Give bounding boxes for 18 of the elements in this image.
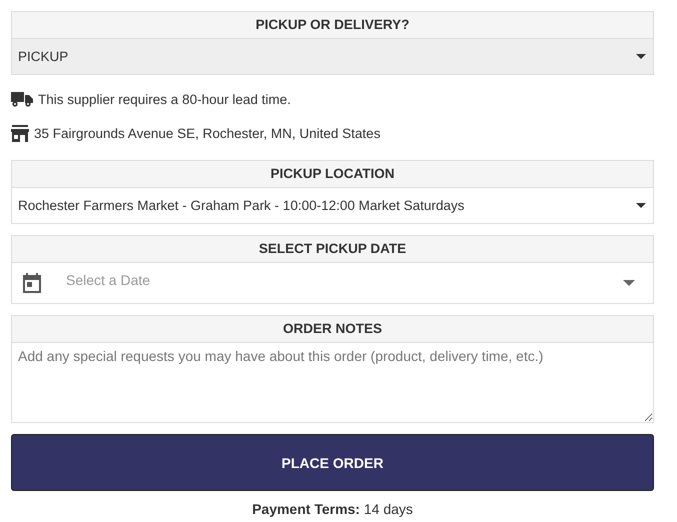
- caret-icon: [636, 54, 646, 59]
- store-icon: [11, 124, 29, 142]
- place-order-button[interactable]: PLACE ORDER: [11, 434, 654, 491]
- section-header: ORDER NOTES: [12, 316, 653, 343]
- info-text: This supplier requires a 80-hour lead time.: [38, 92, 291, 106]
- section-header: PICKUP LOCATION: [12, 161, 653, 188]
- notes-field[interactable]: ORDER NOTES Add any special requests you may have about this order (product, delivery time, etc.): [11, 315, 654, 423]
- caret-icon: [636, 203, 646, 208]
- date-input[interactable]: Select a Date: [66, 272, 623, 294]
- calendar-icon: [23, 273, 41, 293]
- truck-icon: [11, 91, 33, 107]
- caret-icon: [623, 280, 635, 286]
- section-header: SELECT PICKUP DATE: [12, 236, 653, 263]
- section-header: PICKUP OR DELIVERY?: [12, 12, 653, 39]
- date-field[interactable]: SELECT PICKUP DATE Select a Date: [11, 235, 654, 304]
- info-text: 35 Fairgrounds Avenue SE, Rochester, MN, United States: [34, 126, 380, 140]
- delivery-select[interactable]: PICKUP: [12, 39, 653, 74]
- payment-terms: Payment Terms: 14 days: [252, 501, 413, 517]
